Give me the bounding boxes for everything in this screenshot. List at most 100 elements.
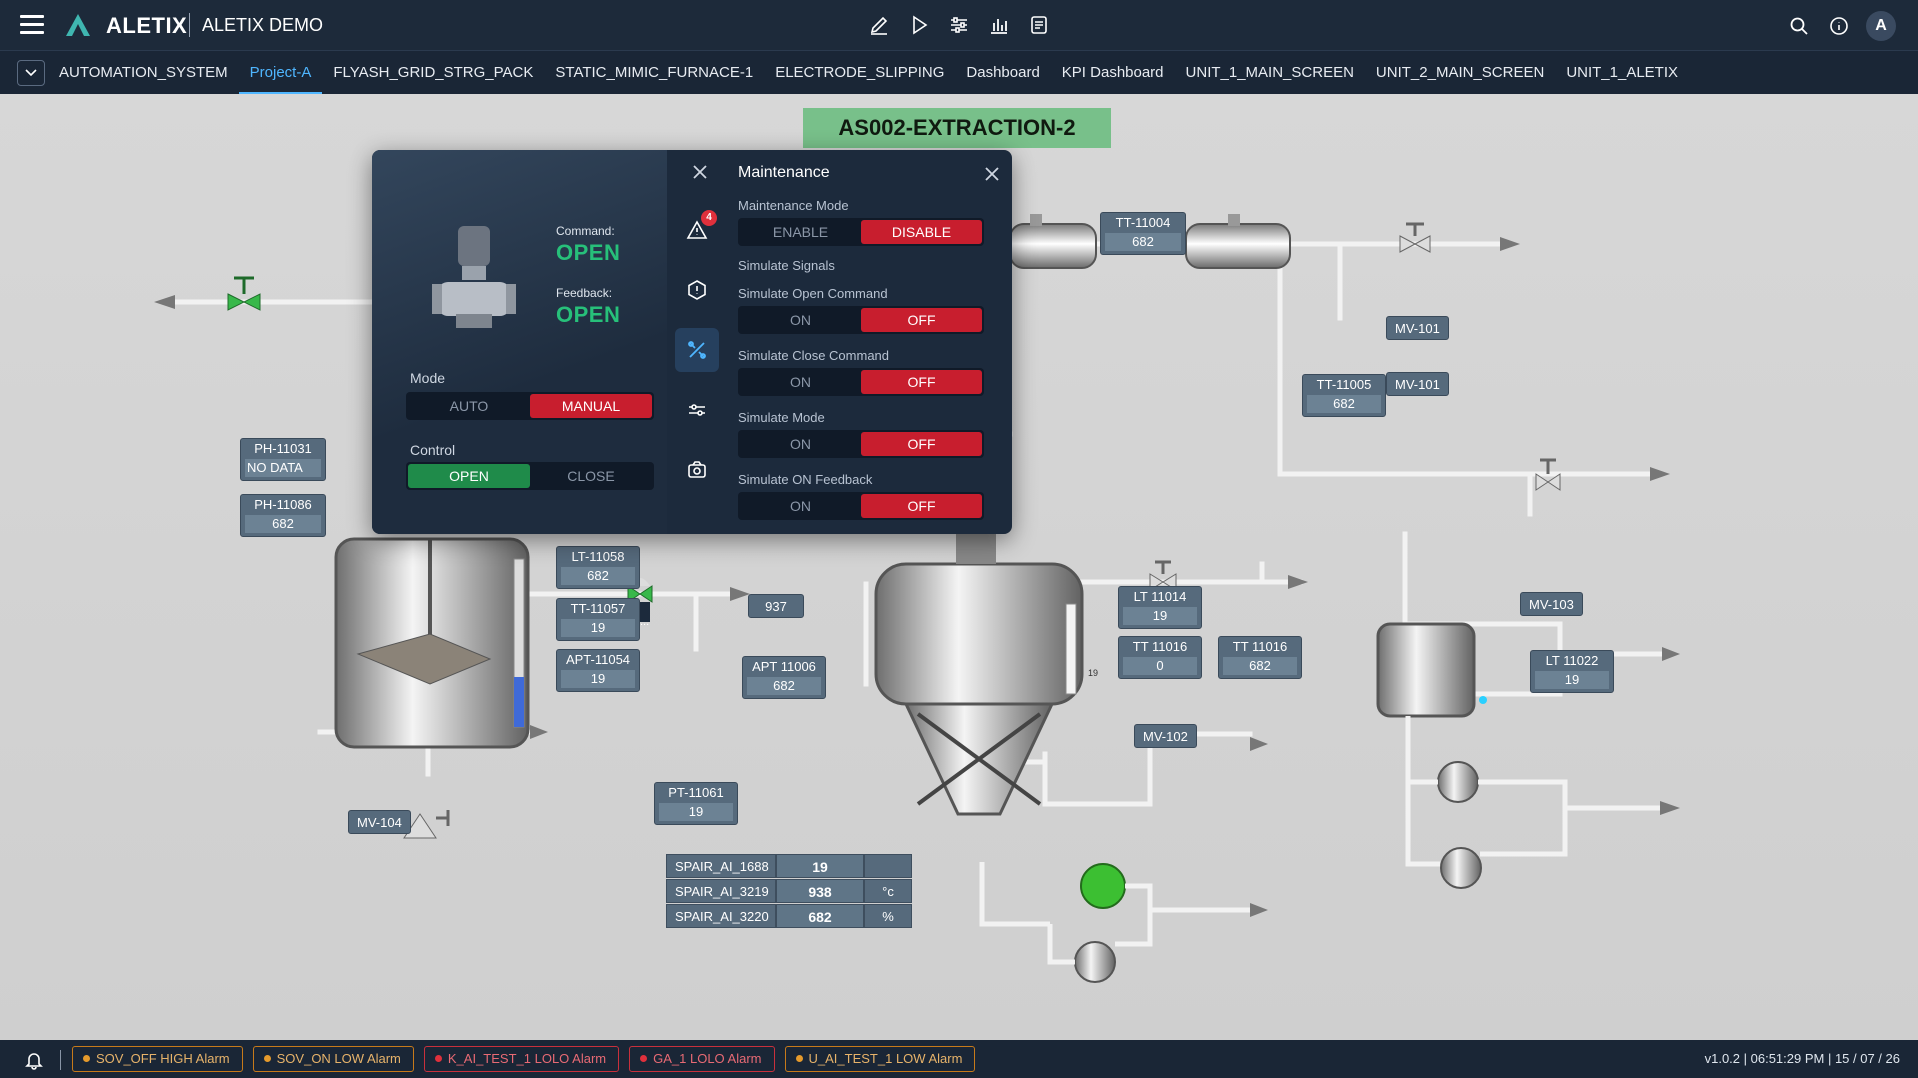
tag-lt-11022[interactable]: LT 11022 19 (1530, 650, 1614, 693)
maintenance-enable-option[interactable]: ENABLE (740, 220, 861, 244)
simulate-mode-on[interactable]: ON (740, 432, 861, 456)
tab-dropdown-chevron-down-icon[interactable] (17, 60, 45, 86)
command-label: Command: (556, 224, 615, 238)
maintenance-tools-icon[interactable] (675, 328, 719, 372)
alarm-dot-icon (640, 1055, 648, 1062)
tag-tt-11057[interactable]: TT-11057 19 (556, 598, 640, 641)
simulate-feedback-off[interactable]: OFF (861, 494, 982, 518)
tag-apt-11006[interactable]: APT 11006 682 (742, 656, 826, 699)
tab-unit-1-aletix[interactable]: UNIT_1_ALETIX (1555, 51, 1689, 95)
aletix-logo-icon (66, 14, 90, 36)
valve-label-mv-102[interactable]: MV-102 (1134, 724, 1197, 748)
maintenance-close-icon[interactable] (982, 164, 1002, 184)
toolbar (866, 12, 1052, 38)
command-value: OPEN (556, 240, 621, 265)
info-icon[interactable] (1826, 13, 1852, 39)
tab-flyash-grid[interactable]: FLYASH_GRID_STRG_PACK (322, 51, 544, 95)
status-separator (60, 1050, 61, 1070)
alarm-item-sov-on-low[interactable]: SOV_ON LOW Alarm (252, 1046, 414, 1072)
tab-project-a[interactable]: Project-A (238, 51, 323, 95)
maintenance-mode-label: Maintenance Mode (738, 198, 849, 213)
maintenance-mode-toggle: ENABLE DISABLE (738, 218, 984, 246)
alarm-item-sov-off-high[interactable]: SOV_OFF HIGH Alarm (72, 1046, 243, 1072)
menu-icon[interactable] (20, 15, 44, 35)
alarm-dot-icon (434, 1055, 442, 1062)
simulate-mode-toggle: ON OFF (738, 430, 984, 458)
mode-label: Mode (410, 370, 446, 386)
tag-tt-11016-a[interactable]: TT 11016 0 (1118, 636, 1202, 679)
tag-tt-11005[interactable]: TT-11005 682 (1302, 374, 1386, 417)
mode-manual-option[interactable]: MANUAL (530, 394, 652, 418)
tag-pt-11061[interactable]: PT-11061 19 (654, 782, 738, 825)
alarm-item-ga-1-lolo[interactable]: GA_1 LOLO Alarm (629, 1046, 775, 1072)
tab-unit-1-main[interactable]: UNIT_1_MAIN_SCREEN (1175, 51, 1365, 95)
control-label: Control (410, 442, 456, 458)
alarm-item-k-ai-test-1-lolo[interactable]: K_AI_TEST_1 LOLO Alarm (423, 1046, 620, 1072)
simulate-mode-off[interactable]: OFF (861, 432, 982, 456)
control-open-button[interactable]: OPEN (408, 464, 530, 488)
valve-ellipsis[interactable]: ... (640, 616, 649, 628)
maintenance-disable-option[interactable]: DISABLE (861, 220, 982, 244)
project-name: ALETIX DEMO (202, 15, 324, 35)
tag-tt-11004[interactable]: TT-11004 682 (1100, 212, 1186, 255)
tab-dashboard[interactable]: Dashboard (955, 51, 1050, 95)
report-icon[interactable] (1026, 12, 1052, 38)
tab-list: AUTOMATION_SYSTEM Project-A FLYASH_GRID_… (48, 51, 1689, 95)
avatar[interactable]: A (1866, 11, 1896, 41)
simulate-close-command-toggle: ON OFF (738, 368, 984, 396)
version-time-date: v1.0.2 | 06:51:29 PM | 15 / 07 / 26 (1704, 1051, 1900, 1066)
valve-label-mv-101[interactable]: MV-101 (1386, 316, 1449, 340)
simulate-signals-label: Simulate Signals (738, 258, 835, 273)
alarm-dot-icon (795, 1055, 803, 1062)
simulate-close-on[interactable]: ON (740, 370, 861, 394)
alarm-dot-icon (83, 1055, 90, 1062)
tab-electrode-slipping[interactable]: ELECTRODE_SLIPPING (764, 51, 955, 95)
play-icon[interactable] (906, 12, 932, 38)
spare-ai-table: SPAIR_AI_1688 19 SPAIR_AI_3219 938 °c SP… (666, 854, 912, 929)
edit-icon[interactable] (866, 12, 892, 38)
tag-tt-11016-b[interactable]: TT 11016 682 (1218, 636, 1302, 679)
tag-lt-11058[interactable]: LT-11058 682 (556, 546, 640, 589)
bell-icon[interactable] (24, 1050, 44, 1070)
value-937[interactable]: 937 (748, 594, 804, 618)
alarm-list: SOV_OFF HIGH Alarm SOV_ON LOW Alarm K_AI… (72, 1046, 976, 1072)
faceplate-side-menu: 4 (675, 208, 719, 508)
table-row: SPAIR_AI_3220 682 % (666, 904, 912, 928)
simulate-mode-label: Simulate Mode (738, 410, 825, 425)
tab-unit-2-main[interactable]: UNIT_2_MAIN_SCREEN (1365, 51, 1555, 95)
valve-image-icon (432, 226, 516, 328)
close-icon[interactable] (690, 162, 710, 182)
control-toggle: OPEN CLOSE (406, 462, 654, 490)
alert-octagon-icon[interactable] (675, 268, 719, 312)
simulate-open-off[interactable]: OFF (861, 308, 982, 332)
settings-sliders-icon[interactable] (946, 12, 972, 38)
tab-static-mimic[interactable]: STATIC_MIMIC_FURNACE-1 (544, 51, 764, 95)
tab-bar: AUTOMATION_SYSTEM Project-A FLYASH_GRID_… (0, 50, 1918, 95)
reactor-level-value: 19 (1088, 668, 1099, 678)
search-icon[interactable] (1786, 13, 1812, 39)
tab-automation-system[interactable]: AUTOMATION_SYSTEM (48, 51, 239, 95)
valve-control-panel: Command: OPEN Feedback: OPEN Mode AUTO M… (372, 150, 667, 534)
simulate-close-off[interactable]: OFF (861, 370, 982, 394)
tab-kpi-dashboard[interactable]: KPI Dashboard (1051, 51, 1175, 95)
tag-lt-11014[interactable]: LT 11014 19 (1118, 586, 1202, 629)
simulate-open-on[interactable]: ON (740, 308, 861, 332)
brand-separator (189, 13, 190, 37)
valve-label-mv-104[interactable]: MV-104 (348, 810, 411, 834)
valve-label-mv-103[interactable]: MV-103 (1520, 592, 1583, 616)
tag-ph-11031[interactable]: PH-11031 NO DATA (240, 438, 326, 481)
camera-icon[interactable] (675, 448, 719, 492)
tag-ph-11086[interactable]: PH-11086 682 (240, 494, 326, 537)
simulate-feedback-on[interactable]: ON (740, 494, 861, 518)
simulate-on-feedback-toggle: ON OFF (738, 492, 984, 520)
control-close-button[interactable]: CLOSE (530, 464, 652, 488)
mode-auto-option[interactable]: AUTO (408, 394, 530, 418)
alarm-warning-icon[interactable]: 4 (675, 208, 719, 252)
trend-settings-icon[interactable] (675, 388, 719, 432)
simulate-close-command-label: Simulate Close Command (738, 348, 890, 363)
alarm-item-u-ai-test-1-low[interactable]: U_AI_TEST_1 LOW Alarm (784, 1046, 976, 1072)
bar-chart-icon[interactable] (986, 12, 1012, 38)
tag-apt-11054[interactable]: APT-11054 19 (556, 649, 640, 692)
valve-label-mv-101-b[interactable]: MV-101 (1386, 372, 1449, 396)
table-row: SPAIR_AI_3219 938 °c (666, 879, 912, 903)
